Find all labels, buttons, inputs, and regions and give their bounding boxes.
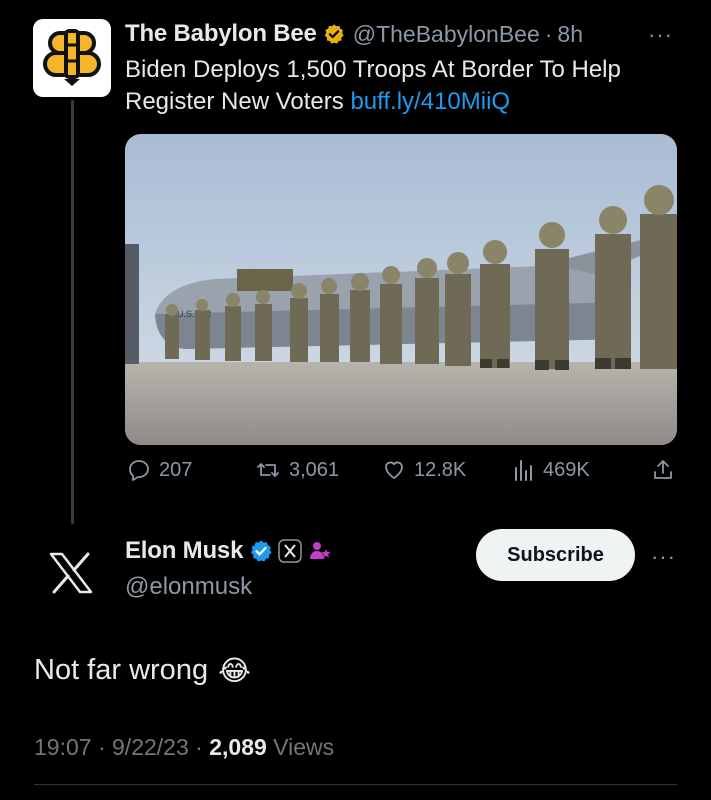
share-button[interactable] — [651, 458, 683, 482]
reply-icon — [129, 460, 149, 481]
babylon-bee-logo-icon — [43, 29, 101, 86]
tweet-views-label: Views — [273, 734, 335, 760]
quoted-tweet-link[interactable]: buff.ly/410MiiQ — [350, 88, 510, 115]
views-bar-chart-icon — [515, 460, 532, 481]
gold-verified-badge-icon[interactable] — [323, 23, 345, 45]
subscribe-button[interactable]: Subscribe — [476, 529, 635, 581]
blue-verified-badge-icon[interactable] — [249, 539, 273, 563]
main-tweet-body: Not far wrong — [34, 654, 209, 686]
quoted-tweet-media[interactable]: U.S. AIR — [125, 134, 677, 445]
main-tweet-header: Elon Musk — [125, 537, 332, 565]
quoted-tweet-action-bar: 207 3,061 12.8K 469K — [125, 458, 685, 494]
separator-dot: · — [544, 20, 553, 47]
quoted-tweet-text: Biden Deploys 1,500 Troops At Border To … — [125, 54, 695, 118]
main-author-handle[interactable]: @elonmusk — [125, 573, 252, 601]
quoted-author-name[interactable]: The Babylon Bee — [125, 20, 317, 48]
quoted-more-options-button[interactable]: ··· — [648, 22, 673, 48]
meta-separator: · — [195, 734, 203, 760]
main-more-options-button[interactable]: ··· — [651, 544, 676, 570]
x-logo-icon — [49, 552, 93, 594]
meta-separator: · — [97, 734, 106, 760]
quoted-author-handle[interactable]: @TheBabylonBee — [353, 21, 540, 48]
tweet-time[interactable]: 19:07 — [34, 734, 92, 760]
tweet-metadata: 19:07 · 9/22/23 · 2,089 Views — [34, 734, 334, 761]
quoted-tweet-time[interactable]: 8h — [557, 21, 583, 48]
quoted-tweet-header: The Babylon Bee @TheBabylonBee · 8h — [125, 18, 691, 50]
x-affiliation-badge-icon[interactable] — [278, 539, 302, 563]
tears-of-joy-emoji-icon: 😂 — [218, 654, 251, 687]
reply-count: 207 — [159, 458, 193, 481]
main-author-name[interactable]: Elon Musk — [125, 537, 243, 565]
like-count: 12.8K — [414, 458, 467, 481]
repost-button[interactable]: 3,061 — [255, 458, 339, 482]
main-tweet-text: Not far wrong 😂 — [34, 654, 251, 687]
reply-button[interactable]: 207 — [127, 458, 192, 482]
babylon-bee-avatar[interactable] — [33, 19, 111, 97]
bottom-divider — [34, 784, 677, 785]
views-button[interactable]: 469K — [513, 458, 590, 482]
heart-icon — [385, 461, 403, 479]
troops-boarding-plane-photo-icon: U.S. AIR — [125, 134, 677, 445]
tweet-date[interactable]: 9/22/23 — [112, 734, 189, 760]
views-count: 469K — [543, 458, 590, 481]
share-icon — [654, 460, 672, 479]
repost-icon — [257, 463, 279, 477]
like-button[interactable]: 12.8K — [382, 458, 466, 482]
government-affiliation-badge-icon[interactable] — [308, 539, 332, 563]
tweet-views-count[interactable]: 2,089 — [209, 734, 267, 760]
x-logo-avatar[interactable] — [48, 552, 94, 599]
thread-connector-line — [71, 100, 74, 524]
repost-count: 3,061 — [289, 458, 340, 481]
